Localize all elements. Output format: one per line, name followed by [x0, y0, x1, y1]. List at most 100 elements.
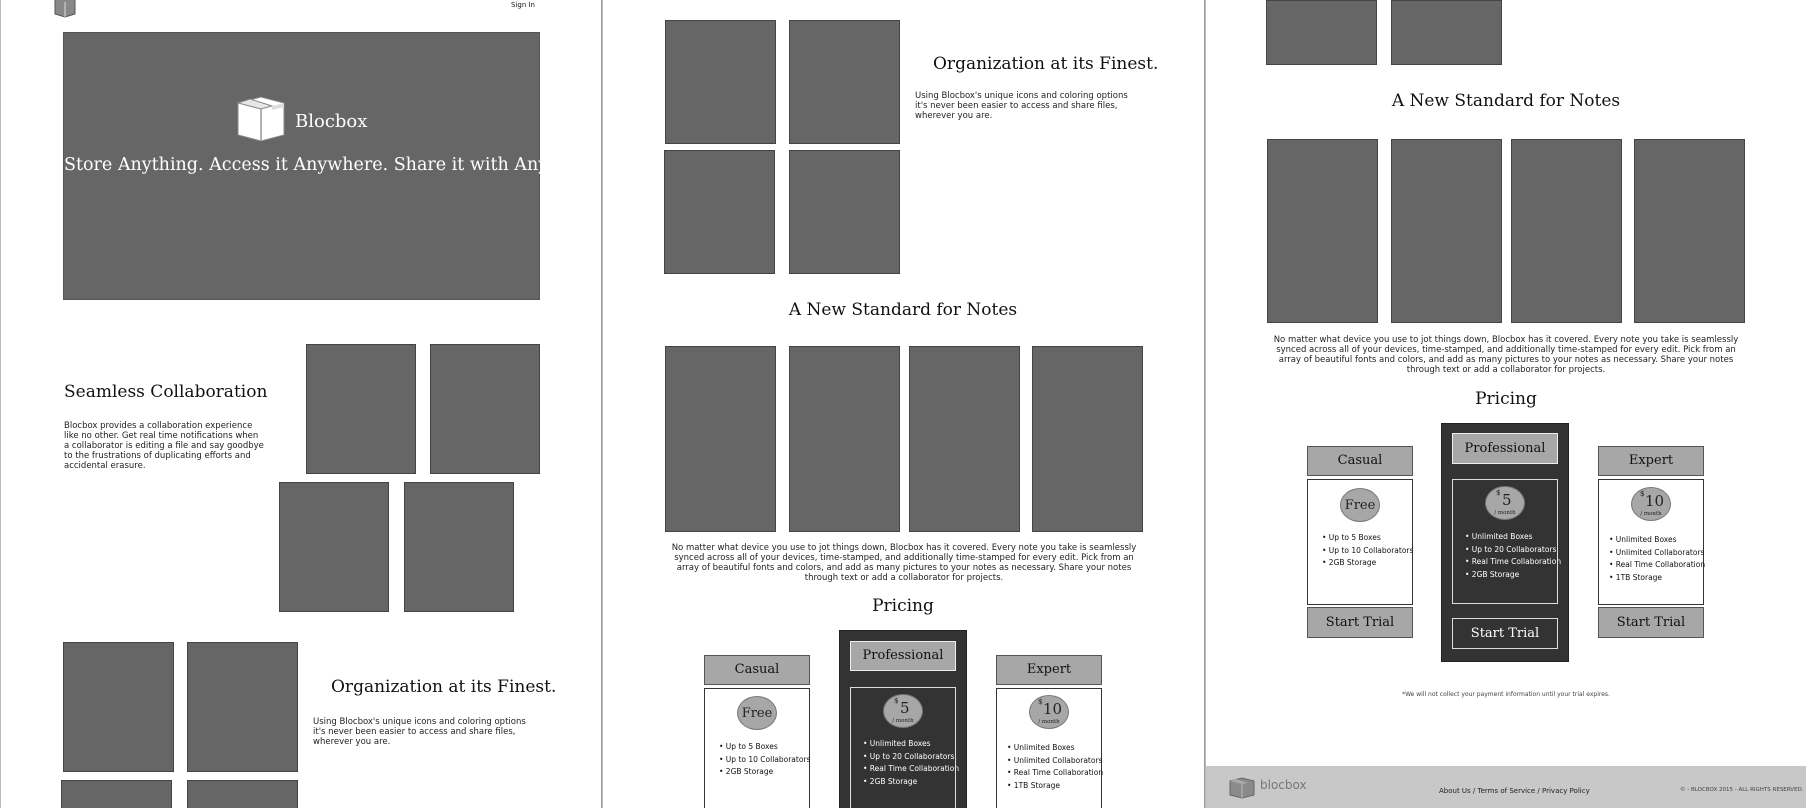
start-trial-button[interactable]: Start Trial [1598, 607, 1704, 638]
feature-list: • Unlimited Boxes • Up to 20 Collaborato… [863, 738, 959, 788]
feature-item: • Unlimited Collaborators [1007, 755, 1103, 765]
notes-title: A New Standard for Notes [1391, 91, 1621, 111]
price-badge: $ 10 / month [1631, 487, 1671, 521]
price-badge: Free [1340, 488, 1380, 522]
tier-casual-name: Casual [1307, 446, 1413, 476]
image-placeholder [665, 20, 776, 144]
image-placeholder [789, 346, 900, 532]
start-trial-button[interactable]: Start Trial [1307, 607, 1413, 638]
box-logo-icon[interactable] [1228, 777, 1256, 799]
price-badge: Free [737, 696, 777, 730]
footer-links: About Us / Terms of Service / Privacy Po… [1439, 787, 1590, 795]
feature-item: • Unlimited Collaborators [1609, 547, 1705, 557]
feature-list: • Unlimited Boxes • Up to 20 Collaborato… [1465, 531, 1561, 581]
feature-item: • Real Time Collaboration [1007, 768, 1104, 777]
feature-item: • Up to 20 Collaborators [1465, 544, 1557, 554]
price-period: / month [892, 718, 914, 724]
image-placeholder [1634, 139, 1745, 323]
tier-expert-name: Expert [1598, 446, 1704, 476]
feature-item: • 1TB Storage [1007, 780, 1061, 790]
feature-list: • Unlimited Boxes • Unlimited Collaborat… [1609, 534, 1705, 584]
image-placeholder [1391, 0, 1502, 65]
tier-professional-name: Professional [1452, 433, 1558, 464]
feature-item: • Up to 10 Collaborators [1322, 545, 1414, 555]
image-placeholder [404, 482, 514, 612]
hero-tagline: Store Anything. Access it Anywhere. Shar… [64, 155, 586, 175]
feature-item: • Unlimited Boxes [1465, 532, 1533, 541]
tier-expert-name: Expert [996, 655, 1102, 685]
price-currency: $ [1038, 698, 1043, 706]
image-placeholder [909, 346, 1020, 532]
footer-link-about[interactable]: About Us [1439, 787, 1471, 795]
organization-body: Using Blocbox's unique icons and colorin… [915, 91, 1128, 121]
pricing-disclaimer: *We will not collect your payment inform… [1402, 691, 1610, 698]
organization-body: Using Blocbox's unique icons and colorin… [313, 717, 526, 747]
price-badge: $ 10 / month [1029, 695, 1069, 729]
feature-item: • Up to 10 Collaborators [719, 754, 811, 764]
image-placeholder [664, 150, 775, 274]
image-placeholder [665, 346, 776, 532]
footer-link-privacy[interactable]: Privacy Policy [1542, 787, 1590, 795]
page-panel-bottom: A New Standard for Notes No matter what … [1205, 0, 1806, 808]
hero-brand: Blocbox [295, 111, 368, 132]
image-placeholder [1266, 0, 1377, 65]
image-placeholder [187, 780, 298, 808]
feature-item: • 1TB Storage [1609, 572, 1663, 582]
pricing-title: Pricing [1475, 389, 1537, 409]
tier-professional-card: Professional $ 5 / month • Unlimited Box… [1441, 423, 1569, 662]
price-amount: 5 [1502, 491, 1512, 509]
feature-list: • Up to 5 Boxes • Up to 10 Collaborators… [719, 741, 810, 779]
price-period: / month [1038, 719, 1060, 725]
tier-professional-name: Professional [850, 641, 956, 671]
price-amount: 10 [1645, 492, 1665, 510]
price-amount: 10 [1043, 700, 1063, 718]
tier-casual-card: Free • Up to 5 Boxes • Up to 10 Collabor… [1307, 479, 1413, 605]
footer-copyright: © - BLOCBOX 2015 - ALL RIGHTS RESERVED. [1680, 787, 1804, 793]
organization-title: Organization at its Finest. [331, 677, 557, 697]
tier-expert-card: $ 10 / month • Unlimited Boxes • Unlimit… [996, 688, 1103, 808]
image-placeholder [789, 150, 900, 274]
feature-item: • 2GB Storage [1465, 569, 1520, 579]
box-logo-icon[interactable] [53, 0, 77, 18]
price-period: / month [1494, 510, 1516, 516]
feature-item: • 2GB Storage [863, 776, 918, 786]
price-currency: $ [1496, 489, 1501, 497]
tier-casual-card: Free • Up to 5 Boxes • Up to 10 Collabor… [704, 688, 810, 808]
feature-item: • Up to 5 Boxes [719, 742, 778, 751]
feature-item: • 2GB Storage [1322, 558, 1377, 567]
feature-list: • Unlimited Boxes • Unlimited Collaborat… [1007, 742, 1103, 792]
collaboration-body: Blocbox provides a collaboration experie… [64, 421, 264, 471]
price-period: / month [1640, 511, 1662, 517]
sign-in-link[interactable]: Sign In [511, 1, 535, 9]
image-placeholder [306, 344, 416, 474]
image-placeholder [61, 780, 172, 808]
image-placeholder [1032, 346, 1143, 532]
feature-item: • Real Time Collaboration [1609, 560, 1706, 569]
footer-link-terms[interactable]: Terms of Service [1478, 787, 1536, 795]
notes-body: No matter what device you use to jot thi… [1273, 335, 1739, 375]
image-placeholder [1511, 139, 1622, 323]
tier-professional-body: $ 5 / month • Unlimited Boxes • Up to 20… [1452, 479, 1561, 604]
organization-title: Organization at its Finest. [933, 54, 1159, 74]
price-badge: $ 5 / month [1485, 486, 1525, 520]
hero-banner: Blocbox Store Anything. Access it Anywhe… [63, 32, 586, 300]
collaboration-title: Seamless Collaboration [64, 382, 268, 402]
image-placeholder [789, 20, 900, 144]
price-currency: $ [894, 697, 899, 705]
price-amount: Free [741, 706, 773, 721]
image-placeholder [187, 642, 298, 772]
feature-item: • Real Time Collaboration [863, 764, 960, 773]
price-currency: $ [1640, 490, 1645, 498]
tier-professional-card: Professional $ 5 / month • Unlimited Box… [839, 630, 967, 808]
price-badge: $ 5 / month [883, 694, 923, 728]
start-trial-button[interactable]: Start Trial [1452, 618, 1558, 649]
price-amount: 5 [900, 699, 910, 717]
tier-professional-body: $ 5 / month • Unlimited Boxes • Up to 20… [850, 687, 959, 808]
tier-expert-card: $ 10 / month • Unlimited Boxes • Unlimit… [1598, 479, 1705, 605]
tier-casual-name: Casual [704, 655, 810, 685]
notes-title: A New Standard for Notes [788, 300, 1018, 320]
notes-body: No matter what device you use to jot thi… [671, 543, 1137, 583]
footer-brand: blocbox [1260, 778, 1307, 792]
image-placeholder [279, 482, 389, 612]
site-footer: blocbox About Us / Terms of Service / Pr… [1206, 766, 1806, 808]
